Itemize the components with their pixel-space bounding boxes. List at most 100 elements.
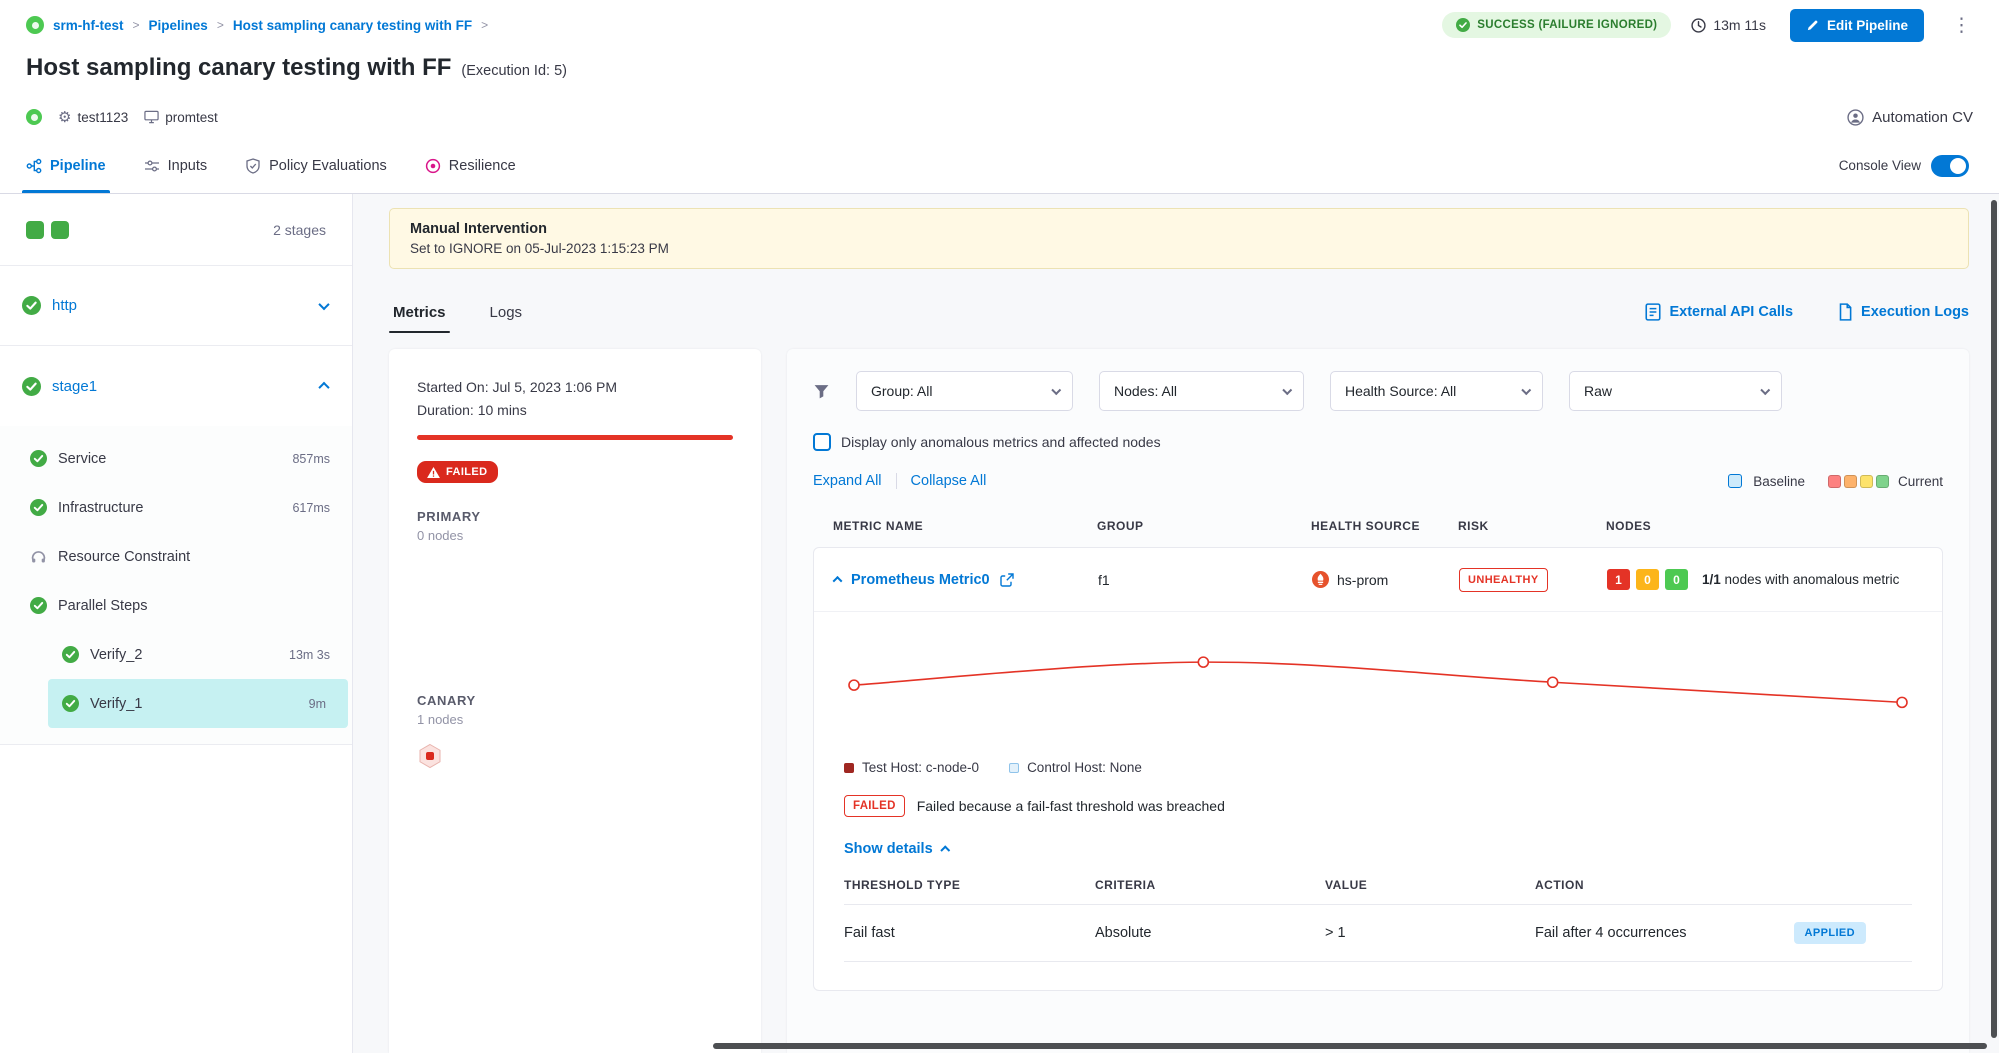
failure-reason: Failed because a fail-fast threshold was… <box>917 798 1225 814</box>
show-details-link[interactable]: Show details <box>844 841 948 857</box>
metrics-panel: Group: All Nodes: All Health Source: All… <box>787 349 1969 1053</box>
breadcrumb-separator: > <box>133 18 140 32</box>
logs-doc-icon <box>1837 303 1853 321</box>
monitor-icon <box>144 110 159 124</box>
anomalous-node-count: 1 <box>1607 569 1630 590</box>
step-label: Verify_1 <box>90 696 142 712</box>
stage-status-square <box>51 221 69 239</box>
breadcrumb-separator: > <box>217 18 224 32</box>
metric-card-body: Test Host: c-node-0 Control Host: None F… <box>814 612 1942 990</box>
step-parallel-steps[interactable]: Parallel Steps <box>0 581 352 630</box>
expand-all-link[interactable]: Expand All <box>813 473 882 489</box>
test-host-label: Test Host: c-node-0 <box>862 760 979 775</box>
sidebar-stage-stage1[interactable]: stage1 <box>0 346 352 426</box>
step-infrastructure[interactable]: Infrastructure 617ms <box>0 483 352 532</box>
more-options-icon[interactable]: ⋮ <box>1946 14 1977 37</box>
chevron-down-icon <box>1521 385 1530 394</box>
data-mode-select[interactable]: Raw <box>1569 371 1782 411</box>
started-on: Started On: Jul 5, 2023 1:06 PM <box>417 379 733 395</box>
tag-service-label: test1123 <box>77 110 128 125</box>
stage-count: 2 stages <box>273 222 326 238</box>
col-health-source: HEALTH SOURCE <box>1311 519 1458 533</box>
status-badge: SUCCESS (FAILURE IGNORED) <box>1442 12 1671 38</box>
success-check-icon <box>22 296 41 315</box>
breadcrumb-pipeline-name[interactable]: Host sampling canary testing with FF <box>233 18 472 33</box>
success-check-icon <box>30 597 47 614</box>
tab-pipeline[interactable]: Pipeline <box>26 138 106 193</box>
step-resource-constraint[interactable]: Resource Constraint <box>0 532 352 581</box>
app-window: srm-hf-test > Pipelines > Host sampling … <box>0 0 1999 1053</box>
tag-service: ⚙ test1123 <box>58 108 128 126</box>
console-view-control: Console View <box>1839 155 1969 177</box>
horizontal-scrollbar[interactable] <box>713 1043 1987 1049</box>
data-mode-value: Raw <box>1584 383 1612 399</box>
banner-message: Set to IGNORE on 05-Jul-2023 1:15:23 PM <box>410 241 1948 256</box>
verification-status-label: FAILED <box>446 466 488 478</box>
metric-name-link[interactable]: Prometheus Metric0 <box>851 572 990 588</box>
node-hexagon-icon <box>417 743 443 771</box>
chevron-up-icon <box>940 846 949 855</box>
console-view-label: Console View <box>1839 158 1921 173</box>
col-group: GROUP <box>1097 519 1311 533</box>
external-link-icon[interactable] <box>1000 573 1014 587</box>
tab-resilience-label: Resilience <box>449 158 516 174</box>
resilience-icon <box>425 158 441 174</box>
external-api-calls-link[interactable]: External API Calls <box>1645 303 1793 321</box>
stage-http-label: http <box>52 297 77 314</box>
external-api-calls-label: External API Calls <box>1669 304 1793 320</box>
inputs-icon <box>144 158 160 174</box>
edit-pipeline-label: Edit Pipeline <box>1827 18 1908 33</box>
chevron-down-icon <box>1760 385 1769 394</box>
step-duration: 9m <box>309 697 326 711</box>
breadcrumb-project[interactable]: srm-hf-test <box>53 18 124 33</box>
success-check-icon <box>62 646 79 663</box>
health-source-filter-value: Health Source: All <box>1345 383 1456 399</box>
anomalous-checkbox-label: Display only anomalous metrics and affec… <box>841 434 1161 450</box>
canary-node[interactable] <box>417 743 733 771</box>
step-service[interactable]: Service 857ms <box>0 434 352 483</box>
vertical-scrollbar[interactable] <box>1991 200 1997 1038</box>
success-check-icon <box>30 499 47 516</box>
group-filter-select[interactable]: Group: All <box>856 371 1073 411</box>
step-verify-2[interactable]: Verify_2 13m 3s <box>48 630 352 679</box>
project-icon <box>26 16 44 34</box>
edit-pipeline-button[interactable]: Edit Pipeline <box>1790 9 1924 42</box>
service-icon <box>26 109 42 125</box>
tab-logs[interactable]: Logs <box>486 304 527 333</box>
metric-line-chart[interactable] <box>844 628 1912 748</box>
execution-logs-link[interactable]: Execution Logs <box>1837 303 1969 321</box>
title-row: Host sampling canary testing with FF (Ex… <box>0 50 1999 96</box>
criteria-value: Absolute <box>1095 925 1325 941</box>
health-source-filter-select[interactable]: Health Source: All <box>1330 371 1543 411</box>
filter-icon[interactable] <box>813 383 830 400</box>
tab-policy-evaluations[interactable]: Policy Evaluations <box>245 138 387 193</box>
metric-card-header[interactable]: Prometheus Metric0 f1 hs-prom UNHEALTHY … <box>814 548 1942 612</box>
chart-host-legend: Test Host: c-node-0 Control Host: None <box>844 760 1912 775</box>
risk-badge: UNHEALTHY <box>1459 568 1548 592</box>
breadcrumb-pipelines[interactable]: Pipelines <box>149 18 208 33</box>
chevron-up-icon[interactable] <box>320 377 328 395</box>
step-verify-1[interactable]: Verify_1 9m <box>48 679 348 728</box>
execution-pane: Manual Intervention Set to IGNORE on 05-… <box>353 194 1999 1053</box>
collapse-all-link[interactable]: Collapse All <box>911 473 987 489</box>
failed-chip: FAILED <box>844 795 905 817</box>
step-label: Infrastructure <box>58 500 143 516</box>
tab-inputs[interactable]: Inputs <box>144 138 208 193</box>
nodes-filter-select[interactable]: Nodes: All <box>1099 371 1304 411</box>
tab-resilience[interactable]: Resilience <box>425 138 516 193</box>
clock-icon <box>1691 18 1706 33</box>
tab-metrics[interactable]: Metrics <box>389 304 450 333</box>
execution-body: Started On: Jul 5, 2023 1:06 PM Duration… <box>389 349 1969 1053</box>
tag-monitored-label: promtest <box>165 110 218 125</box>
collapse-metric-icon[interactable] <box>833 576 843 586</box>
risk-swatch-yellow <box>1860 475 1873 488</box>
anomalous-checkbox[interactable] <box>813 433 831 451</box>
step-duration: 857ms <box>292 452 330 466</box>
sidebar-stage-http[interactable]: http <box>0 266 352 346</box>
divider <box>896 473 897 489</box>
step-label: Service <box>58 451 106 467</box>
console-view-toggle[interactable] <box>1931 155 1969 177</box>
check-circle-icon <box>1456 18 1470 32</box>
top-bar: srm-hf-test > Pipelines > Host sampling … <box>0 0 1999 50</box>
chevron-down-icon[interactable] <box>320 297 328 315</box>
